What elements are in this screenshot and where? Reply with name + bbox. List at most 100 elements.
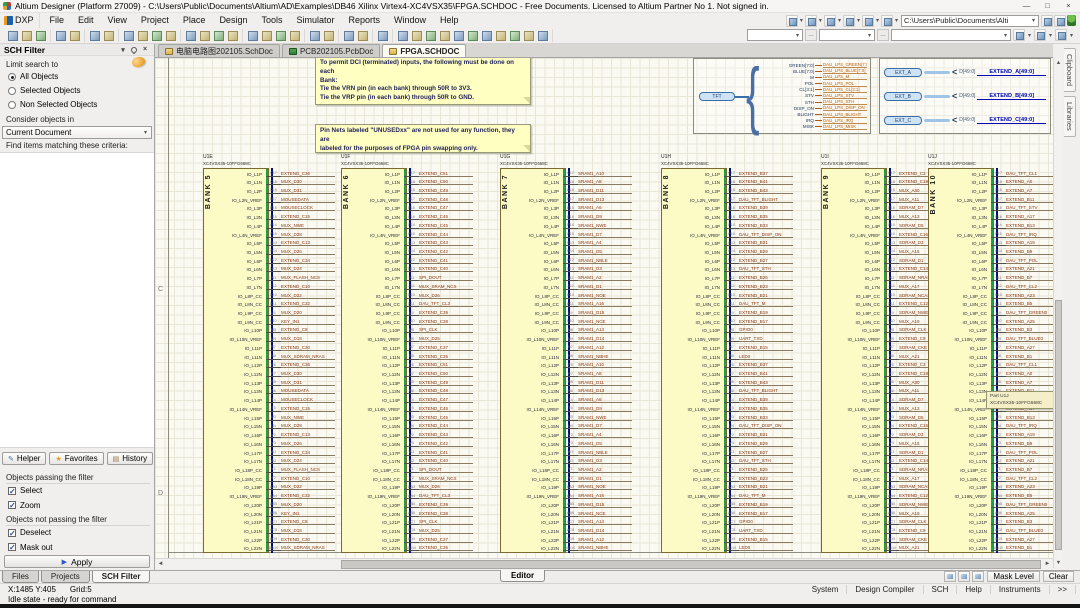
wiring-tools-icon[interactable] (785, 14, 798, 27)
radio-selected-objects[interactable]: Selected Objects (8, 86, 80, 95)
net-label[interactable]: EXTEND_C37 (419, 537, 473, 543)
net-label[interactable]: DAU_TFT_CL1 (1006, 171, 1053, 177)
doc-tab[interactable]: PCB202105.PcbDoc (281, 44, 381, 57)
net-label[interactable]: SRAM1_A14 (578, 327, 632, 334)
net-label[interactable]: DAU_TFT_DISP_ON (739, 423, 793, 430)
fpga-bank-symbol-u1e[interactable]: U1E XC4VSX35-10FFG668C BANK 5 IO_L1P C17 EXTE… (203, 154, 335, 553)
place-net-label-icon[interactable] (452, 29, 465, 42)
checkbox-select[interactable]: ✓ Select (8, 486, 42, 495)
net-label[interactable]: SRAM1_D3 (578, 458, 632, 465)
scope-combo[interactable]: Current Document ▾ (2, 126, 152, 139)
net-label[interactable]: DAU_LPS_MISK (823, 124, 867, 130)
fpga-bank-symbol-u1j[interactable]: U1J XC4VSX35-10FFG668C BANK 10 IO_L1P C17 DAU… (928, 154, 1053, 553)
net-label[interactable]: SRAM1_NWE (578, 415, 632, 421)
net-label[interactable]: EXTEND_A7 (1006, 188, 1053, 194)
net-label[interactable]: EXTEND_B27 (739, 450, 793, 456)
net-label[interactable]: EXTEND_C34 (281, 450, 335, 456)
net-label[interactable]: DAU_TFT_IRQ (1006, 423, 1053, 430)
favorites-button[interactable]: ★ Favorites (49, 452, 104, 465)
net-label[interactable]: EXTEND_B25 (739, 467, 793, 473)
place-harness-icon[interactable] (424, 29, 437, 42)
menu-window[interactable]: Window (387, 13, 433, 28)
net-label[interactable]: EXTEND_A27 (1006, 345, 1053, 351)
net-label[interactable]: SRAM1_A8 (578, 179, 632, 186)
clear-button[interactable]: Clear (1042, 571, 1074, 582)
net-label[interactable]: DAU_TFT_CL2 (1006, 476, 1053, 482)
net-label[interactable]: SRAM1_A4 (578, 432, 632, 439)
net-label[interactable]: EXTEND_C34 (281, 258, 335, 264)
chevron-down-icon[interactable]: ▾ (800, 17, 803, 24)
net-label[interactable]: SRAM1_NOE (578, 293, 632, 299)
editor-tab[interactable]: Editor (500, 570, 546, 582)
net-label[interactable]: EXTEND_B21 (739, 293, 793, 299)
place-part-icon[interactable] (438, 29, 451, 42)
net-label[interactable]: EXTEND_C39 (419, 310, 473, 316)
menu-tools[interactable]: Tools (254, 13, 289, 28)
net-label[interactable]: DAU_LPS_STH (823, 99, 867, 106)
side-tab-libraries[interactable]: Libraries (1064, 96, 1076, 137)
net-label[interactable]: EXTEND_C47 (419, 397, 473, 404)
checkbox-mask-out[interactable]: ✓ Mask out (8, 543, 52, 552)
net-label[interactable]: MUX_D26 (419, 484, 473, 491)
redo-icon[interactable] (322, 29, 335, 42)
view-config-icon[interactable] (1033, 29, 1046, 41)
minimize-button[interactable]: — (1018, 1, 1035, 11)
net-label[interactable]: MUX_SRAM_NCS (419, 476, 473, 482)
history-button[interactable]: ▤ History (106, 452, 154, 465)
view-config-icon[interactable] (1054, 29, 1067, 41)
chevron-down-icon[interactable]: ▾ (876, 17, 879, 24)
net-label[interactable]: EXTEND_C15 (281, 406, 335, 412)
net-label[interactable]: MUX_D30 (281, 371, 335, 378)
net-label[interactable]: EXTEND_B35 (739, 214, 793, 221)
net-label[interactable]: DAU_LPS_POL (823, 81, 867, 87)
net-label[interactable]: UART_TXD (739, 336, 793, 343)
radio-button-icon[interactable] (8, 86, 16, 95)
net-label[interactable]: DAU_TFT_BLIGHT (739, 388, 793, 395)
checkbox-icon[interactable]: ✓ (8, 501, 16, 510)
bus-tools-icon[interactable] (804, 14, 817, 27)
net-label[interactable]: EXTEND_A19 (1006, 240, 1053, 247)
net-label[interactable]: MUX_SDRAM_NRAS (281, 545, 335, 552)
place-annotation-icon[interactable] (522, 29, 535, 42)
net-label[interactable]: SRAM1_D9 (578, 214, 632, 221)
net-label[interactable]: EXTEND_C48 (419, 197, 473, 203)
net-label[interactable]: DAU_TFT_CL1 (1006, 362, 1053, 369)
net-label[interactable]: MUX_D28 (281, 423, 335, 430)
net-label[interactable]: MUX_D24 (281, 266, 335, 273)
net-label[interactable]: SRAM1_D11 (578, 380, 632, 386)
status-button-design-compiler[interactable]: Design Compiler (847, 585, 924, 594)
net-label[interactable]: EXTEND_C38 (419, 511, 473, 517)
net-label[interactable]: MUX_SRAM_NCS (419, 284, 473, 290)
zoom-area-icon[interactable] (122, 29, 135, 42)
net-label[interactable]: DAU_TFT_IRQ (1006, 232, 1053, 238)
checkbox-deselect[interactable]: ✓ Deselect (8, 528, 51, 537)
net-label[interactable]: EXTEND_C30 (281, 345, 335, 351)
net-label[interactable]: MUX_D28 (281, 232, 335, 238)
layers-icon[interactable] (880, 14, 893, 27)
paste-icon[interactable] (212, 29, 225, 42)
net-label[interactable]: SRAM1_NBLE (578, 258, 632, 264)
bottom-tab-sch-filter[interactable]: SCH Filter (91, 571, 151, 583)
align-tools-icon[interactable] (823, 14, 836, 27)
net-label[interactable]: DAU_TFT_CL2 (1006, 284, 1053, 290)
net-label[interactable]: EXTEND_B7 (1006, 275, 1053, 282)
panel-close-icon[interactable]: × (140, 46, 150, 53)
fpga-bank-symbol-u1f[interactable]: U1F XC4VSX35-10FFG668C BANK 6 IO_L1P C17 EXTE… (341, 154, 473, 553)
net-label[interactable]: DAU_TFT_STH (739, 458, 793, 465)
net-label[interactable]: EXTEND_C51 (419, 362, 473, 369)
net-label[interactable]: MOUSEDATA (281, 197, 335, 203)
open-doc-icon[interactable] (20, 29, 33, 42)
chevron-down-icon[interactable]: ▾ (819, 17, 822, 24)
schematic-canvas[interactable]: C D To permit DCI (terminated) inputs, t… (155, 58, 1053, 558)
dci-note[interactable]: To permit DCI (terminated) inputs, the f… (315, 58, 531, 105)
net-label[interactable]: KEY_IN1 (281, 319, 335, 325)
ext-harness-row[interactable]: EXT_C < D[49:0] EXTEND_C[49:0] (884, 114, 1046, 126)
toolbar-combo-1[interactable]: ▾ (746, 29, 803, 41)
net-label[interactable]: EXTEND_B9 (1006, 441, 1053, 447)
menu-dxp[interactable]: DXP (15, 13, 40, 28)
net-label[interactable]: DAU_LPS_CL[3:1] (823, 87, 867, 93)
net-label[interactable]: EXTEND_B11 (1006, 197, 1053, 203)
net-label[interactable]: SRAM1_NCE (578, 319, 632, 325)
net-label[interactable]: SRAM1_D7 (578, 232, 632, 238)
net-label[interactable]: MUX_SDRAM_NRAS (281, 354, 335, 360)
